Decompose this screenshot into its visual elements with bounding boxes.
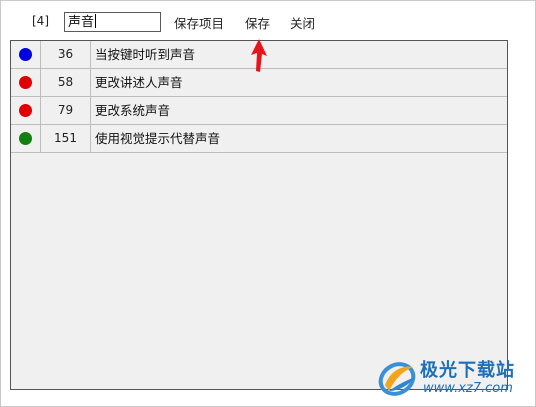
status-cell (11, 69, 41, 96)
item-label: 使用视觉提示代替声音 (95, 131, 221, 146)
item-label: 更改系统声音 (95, 103, 171, 118)
text-caret (95, 14, 97, 28)
save-button[interactable]: 保存 (245, 13, 270, 32)
status-dot-icon (19, 76, 32, 89)
close-button[interactable]: 关闭 (290, 13, 315, 32)
search-input[interactable]: 声音 (64, 12, 161, 32)
watermark-title: 极光下载站 (420, 360, 515, 381)
watermark: 极光下载站 www.xz7.com (375, 353, 527, 403)
item-number: 151 (41, 125, 91, 152)
red-up-arrow-icon (251, 39, 267, 72)
item-label: 更改讲述人声音 (95, 75, 183, 90)
item-number: 36 (41, 41, 91, 68)
status-dot-icon (19, 132, 32, 145)
status-dot-icon (19, 48, 32, 61)
status-cell (11, 97, 41, 124)
search-input-value: 声音 (68, 15, 95, 30)
save-item-button[interactable]: 保存项目 (174, 13, 224, 32)
list-item[interactable]: 79 更改系统声音 (11, 97, 507, 125)
item-number: 58 (41, 69, 91, 96)
item-label: 当按键时听到声音 (95, 47, 196, 62)
list-item[interactable]: 151 使用视觉提示代替声音 (11, 125, 507, 153)
result-count: [4] (32, 14, 49, 28)
status-dot-icon (19, 104, 32, 117)
window-frame: [4] 声音 保存项目 保存 关闭 36 当按键时听到声音 58 更改讲述人声音… (0, 0, 536, 407)
results-list[interactable]: 36 当按键时听到声音 58 更改讲述人声音 79 更改系统声音 151 使用视… (10, 40, 508, 390)
aurora-swirl-logo-icon (378, 362, 416, 396)
status-cell (11, 125, 41, 152)
status-cell (11, 41, 41, 68)
watermark-url: www.xz7.com (423, 381, 513, 396)
item-number: 79 (41, 97, 91, 124)
